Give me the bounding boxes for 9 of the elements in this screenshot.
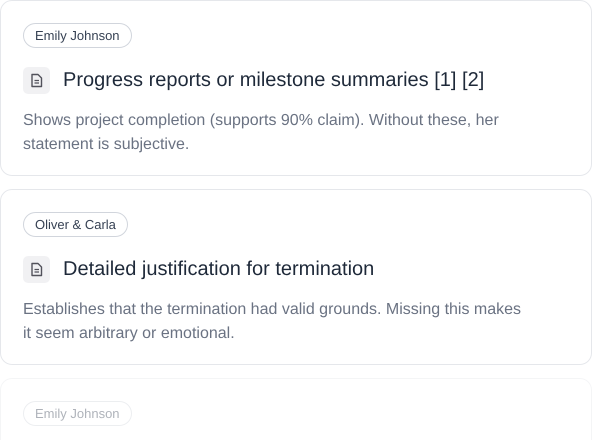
card-description: Shows project completion (supports 90% claim). Without these, her statement is subjective. bbox=[23, 111, 500, 155]
card-title: Detailed justification for termination bbox=[63, 257, 374, 282]
author-tag: Oliver & Carla bbox=[23, 212, 128, 237]
document-icon bbox=[23, 256, 50, 282]
author-tag: Emily Johnson bbox=[23, 401, 132, 426]
card-description: Establishes that the termination had valid grounds. Missing this makes it seem arbitrary or emotional. bbox=[23, 300, 522, 344]
document-icon bbox=[23, 66, 50, 94]
author-tag: Emily Johnson bbox=[23, 23, 132, 48]
card-title: Progress reports or milestone summaries [1] [2] bbox=[63, 68, 484, 93]
